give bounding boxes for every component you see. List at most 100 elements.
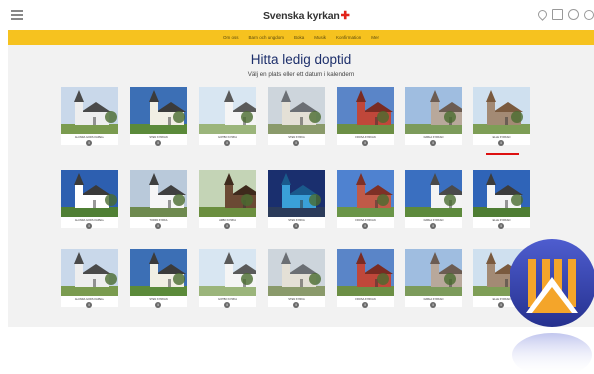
church-name: STEN KYRKAN	[149, 298, 168, 301]
church-card[interactable]: FRÖSA KYRKAN i	[337, 249, 394, 308]
church-photo	[405, 87, 462, 134]
nav-item-konfirmation[interactable]: Konfirmation	[336, 35, 361, 40]
church-photo	[337, 170, 394, 217]
church-card[interactable]: ELLE KYRKAN i	[473, 170, 530, 229]
church-name: ALUNDA GODS KAPELL	[74, 136, 105, 139]
church-card[interactable]: ALUNDA GODS KAPELL i	[61, 249, 118, 308]
church-photo	[61, 249, 118, 296]
church-name: ALUNDA GODS KAPELL	[74, 298, 105, 301]
church-photo	[473, 87, 530, 134]
church-name: STEN KYRKA	[288, 298, 305, 301]
chat-icon[interactable]	[568, 9, 579, 20]
info-icon[interactable]: i	[293, 302, 299, 308]
watermark-logo	[510, 239, 594, 374]
info-icon[interactable]: i	[498, 302, 504, 308]
info-icon[interactable]: i	[430, 140, 436, 146]
info-icon[interactable]: i	[155, 302, 161, 308]
church-photo	[199, 170, 256, 217]
calendar-icon[interactable]	[552, 9, 563, 20]
church-name: GOTBO KYRKA	[218, 298, 237, 301]
church-card[interactable]: DABLA KYRKAN i	[405, 249, 462, 308]
info-icon[interactable]: i	[362, 223, 368, 229]
church-card[interactable]: STEN KYRKA i	[268, 249, 325, 308]
selected-indicator	[486, 153, 519, 155]
nav-item-boka[interactable]: Boka	[294, 35, 304, 40]
church-photo	[337, 249, 394, 296]
church-card[interactable]: STEN KYRKAN i	[130, 249, 187, 308]
church-card[interactable]: FRÖSA KYRKAN i	[337, 87, 394, 146]
info-icon[interactable]: i	[224, 223, 230, 229]
church-name: TORPA KYRKA	[149, 219, 168, 222]
church-name: ÄRBO KYRKA	[219, 219, 236, 222]
info-icon[interactable]: i	[362, 140, 368, 146]
info-icon[interactable]: i	[498, 140, 504, 146]
church-card[interactable]: STEN KYRKAN i	[130, 87, 187, 146]
nav-item-om-oss[interactable]: Om oss	[223, 35, 239, 40]
church-name: DABLA KYRKAN	[423, 219, 444, 222]
info-icon[interactable]: i	[430, 302, 436, 308]
church-card[interactable]: FRÖSA KYRKAN i	[337, 170, 394, 229]
church-name: FRÖSA KYRKAN	[355, 219, 376, 222]
church-photo	[405, 170, 462, 217]
nav-item-mer[interactable]: Mer	[371, 35, 379, 40]
church-name: DABLA KYRKAN	[423, 298, 444, 301]
church-photo	[199, 249, 256, 296]
church-card[interactable]: STEN KYRKA i	[268, 87, 325, 146]
church-name: FRÖSA KYRKAN	[355, 298, 376, 301]
page-title: Hitta ledig doptid	[250, 52, 352, 67]
main-nav: Om oss Barn och ungdom Boka Musik Konfir…	[8, 30, 594, 45]
info-icon[interactable]: i	[86, 140, 92, 146]
church-name: GOTBO KYRKA	[218, 136, 237, 139]
info-icon[interactable]: i	[86, 302, 92, 308]
brand-logo[interactable]: Svenska kyrkan✚	[263, 9, 350, 22]
church-card[interactable]: GOTBO KYRKA i	[199, 249, 256, 308]
church-photo	[337, 87, 394, 134]
church-name: STEN KYRKA	[288, 136, 305, 139]
church-card[interactable]: DABLA KYRKAN i	[405, 170, 462, 229]
church-card[interactable]: ALUNDA GODS KAPELL i	[61, 170, 118, 229]
church-card[interactable]: GOTBO KYRKA i	[199, 87, 256, 146]
church-photo	[61, 170, 118, 217]
info-icon[interactable]: i	[86, 223, 92, 229]
search-icon[interactable]	[584, 9, 594, 20]
church-name: STEN KYRKA	[288, 219, 305, 222]
info-icon[interactable]: i	[293, 140, 299, 146]
church-photo	[130, 170, 187, 217]
menu-icon[interactable]	[11, 10, 23, 20]
church-card[interactable]: STEN KYRKA i	[268, 170, 325, 229]
church-photo	[473, 170, 530, 217]
info-icon[interactable]: i	[498, 223, 504, 229]
brand-cross-icon: ✚	[340, 10, 350, 22]
church-photo	[268, 87, 325, 134]
church-name: DABLA KYRKAN	[423, 136, 444, 139]
church-photo	[405, 249, 462, 296]
main-content: Hitta ledig doptid Välj en plats eller e…	[8, 45, 594, 327]
church-card[interactable]: ÄRBO KYRKA i	[199, 170, 256, 229]
church-photo	[130, 249, 187, 296]
nav-item-musik[interactable]: Musik	[314, 35, 326, 40]
info-icon[interactable]: i	[362, 302, 368, 308]
info-icon[interactable]: i	[293, 223, 299, 229]
church-card[interactable]: ALUNDA GODS KAPELL i	[61, 87, 118, 146]
church-card[interactable]: ELLE KYRKAN i	[473, 87, 530, 146]
info-icon[interactable]: i	[155, 140, 161, 146]
location-pin-icon[interactable]	[536, 8, 549, 21]
church-photo	[61, 87, 118, 134]
church-photo	[130, 87, 187, 134]
church-name: ALUNDA GODS KAPELL	[74, 219, 105, 222]
church-photo	[268, 249, 325, 296]
church-name: ELLE KYRKAN	[492, 219, 511, 222]
church-photo	[268, 170, 325, 217]
info-icon[interactable]: i	[155, 223, 161, 229]
page-subtitle: Välj en plats eller ett datum i kalender…	[247, 71, 355, 78]
nav-item-barn-och-ungdom[interactable]: Barn och ungdom	[248, 35, 284, 40]
church-name: STEN KYRKAN	[149, 136, 168, 139]
church-photo	[199, 87, 256, 134]
info-icon[interactable]: i	[224, 302, 230, 308]
top-bar: Svenska kyrkan✚	[0, 0, 594, 30]
church-card[interactable]: DABLA KYRKAN i	[405, 87, 462, 146]
church-name: ELLE KYRKAN	[492, 136, 511, 139]
info-icon[interactable]: i	[224, 140, 230, 146]
church-card[interactable]: TORPA KYRKA i	[130, 170, 187, 229]
info-icon[interactable]: i	[430, 223, 436, 229]
